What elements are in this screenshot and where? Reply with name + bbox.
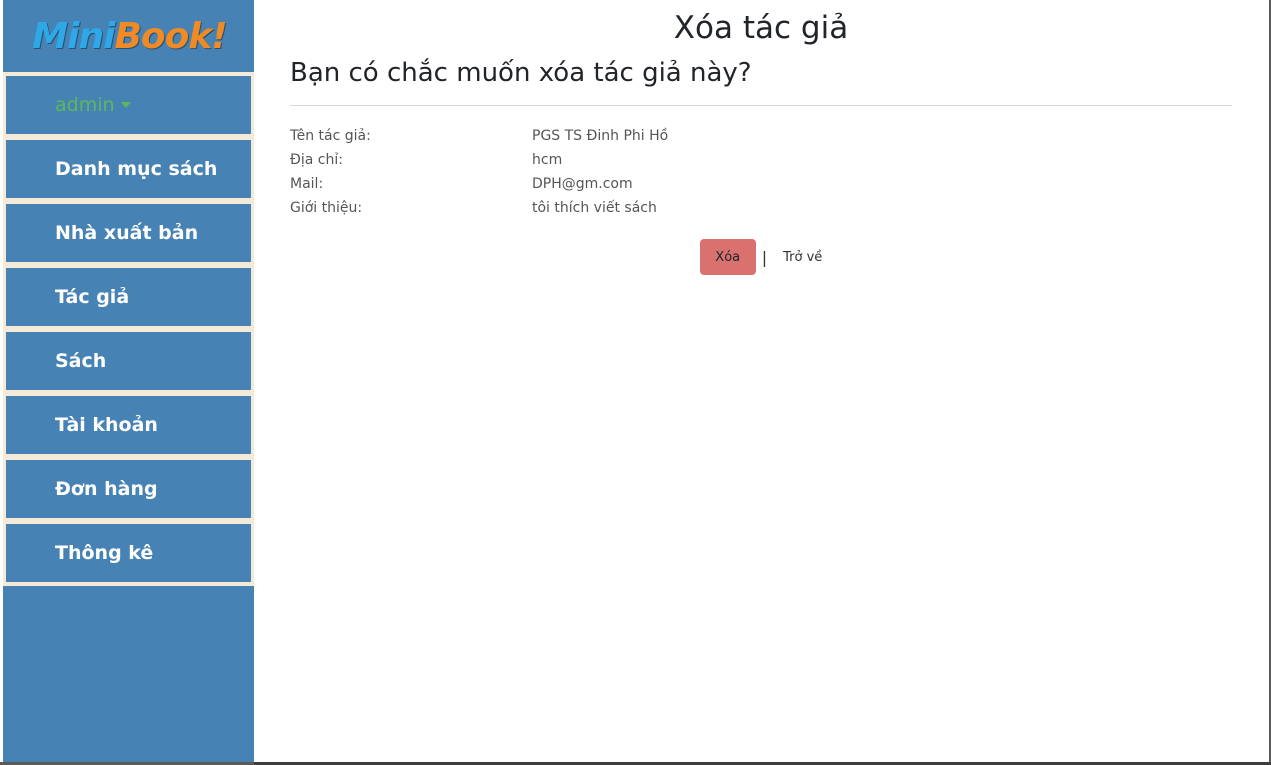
sidebar-item-books[interactable]: Sách: [6, 332, 251, 390]
sidebar-menu: admin Danh mục sách Nhà xuất bản Tác giả…: [3, 72, 254, 586]
sidebar: MiniBook! admin Danh mục sách Nhà xuất b…: [0, 0, 254, 762]
logo[interactable]: MiniBook!: [3, 0, 254, 72]
page-title: Xóa tác giả: [673, 10, 849, 46]
detail-value: DPH@gm.com: [532, 176, 633, 192]
detail-label: Mail:: [290, 176, 324, 192]
detail-value: PGS TS Đinh Phi Hồ: [532, 128, 669, 144]
detail-row-mail: Mail: DPH@gm.com: [290, 174, 1232, 198]
logo-mini: Mini: [32, 15, 115, 57]
sidebar-item-label: Thông kê: [55, 542, 154, 564]
author-details: Tên tác giả: PGS TS Đinh Phi Hồ Địa chỉ:…: [290, 126, 1232, 222]
detail-row-intro: Giới thiệu: tôi thích viết sách: [290, 198, 1232, 222]
sidebar-item-label: Danh mục sách: [55, 158, 218, 180]
detail-value: tôi thích viết sách: [532, 200, 657, 216]
detail-row-name: Tên tác giả: PGS TS Đinh Phi Hồ: [290, 126, 1232, 150]
back-link[interactable]: Trở về: [783, 250, 822, 265]
logo-book: Book!: [114, 15, 227, 57]
sidebar-item-publishers[interactable]: Nhà xuất bản: [6, 204, 251, 262]
sidebar-item-label: Nhà xuất bản: [55, 222, 199, 244]
sidebar-item-label: Sách: [55, 350, 107, 372]
detail-label: Địa chỉ:: [290, 152, 343, 168]
sidebar-item-book-categories[interactable]: Danh mục sách: [6, 140, 251, 198]
action-separator: |: [761, 247, 768, 267]
sidebar-item-accounts[interactable]: Tài khoản: [6, 396, 251, 454]
app-window: MiniBook! admin Danh mục sách Nhà xuất b…: [0, 0, 1269, 762]
sidebar-item-label: Tác giả: [55, 286, 130, 308]
detail-label: Tên tác giả:: [290, 128, 371, 144]
user-name: admin: [55, 94, 115, 116]
main-content: Xóa tác giả Bạn có chắc muốn xóa tác giả…: [254, 0, 1269, 762]
caret-down-icon: [120, 102, 131, 108]
delete-button[interactable]: Xóa: [699, 239, 756, 275]
sidebar-item-statistics[interactable]: Thông kê: [6, 524, 251, 582]
detail-row-address: Địa chỉ: hcm: [290, 150, 1232, 174]
detail-value: hcm: [532, 152, 563, 168]
sidebar-item-orders[interactable]: Đơn hàng: [6, 460, 251, 518]
logo-text: MiniBook!: [32, 15, 227, 57]
sidebar-item-authors[interactable]: Tác giả: [6, 268, 251, 326]
detail-label: Giới thiệu:: [290, 200, 363, 216]
form-actions: Xóa | Trở về: [290, 239, 1232, 275]
sidebar-item-label: Đơn hàng: [55, 478, 158, 500]
confirm-heading: Bạn có chắc muốn xóa tác giả này?: [290, 58, 752, 88]
menu-bottom-border: [6, 582, 251, 586]
divider: [290, 105, 1232, 106]
user-dropdown[interactable]: admin: [6, 76, 251, 134]
sidebar-item-label: Tài khoản: [55, 414, 158, 436]
